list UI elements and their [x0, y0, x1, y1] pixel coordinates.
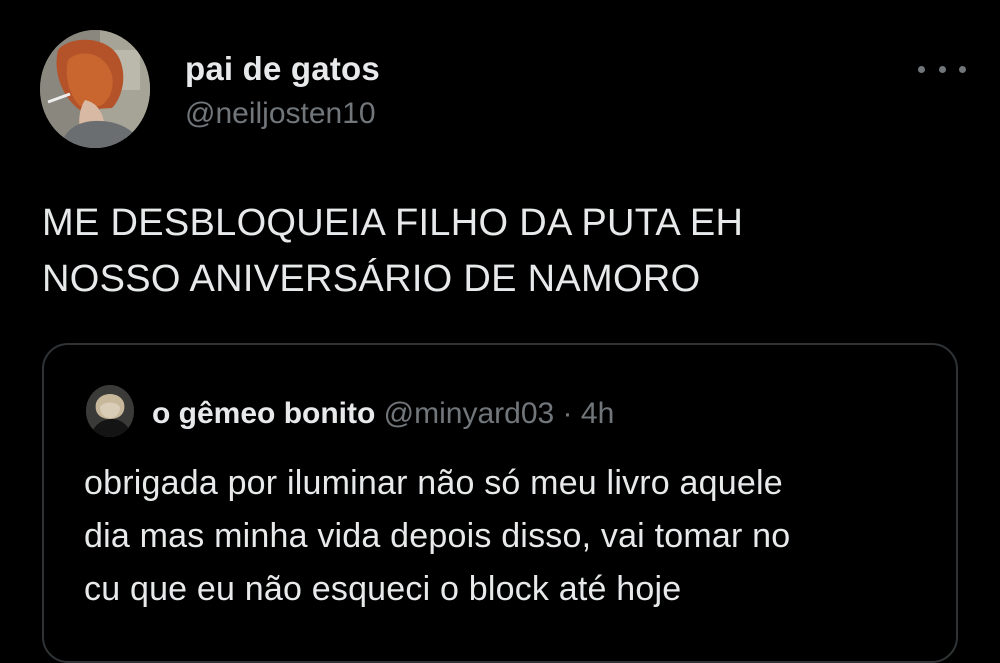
quoted-text-line: obrigada por iluminar não só meu livro a… [84, 464, 783, 502]
author-handle[interactable]: @neiljosten10 [185, 97, 376, 131]
quoted-author-display-name[interactable]: o gêmeo bonito [152, 397, 375, 430]
more-dot [938, 65, 946, 73]
profile-photo-icon [86, 385, 134, 437]
tweet-text: ME DESBLOQUEIA FILHO DA PUTA EH NOSSO AN… [42, 195, 942, 307]
header-separator: · [562, 397, 573, 430]
profile-photo-icon [40, 30, 150, 148]
more-dot [918, 65, 925, 73]
author-display-name[interactable]: pai de gatos [185, 50, 380, 88]
more-options-icon[interactable] [918, 55, 966, 83]
tweet-text-line: NOSSO ANIVERSÁRIO DE NAMORO [42, 258, 701, 300]
quoted-tweet-timestamp[interactable]: 4h [581, 397, 614, 430]
quoted-text-line: dia mas minha vida depois disso, vai tom… [84, 517, 791, 555]
quoted-author-avatar[interactable] [86, 385, 134, 437]
author-avatar[interactable] [40, 30, 150, 148]
quoted-tweet-text: obrigada por iluminar não só meu livro a… [84, 457, 944, 616]
quoted-tweet-card[interactable]: o gêmeo bonito @minyard03 · 4h obrigada … [42, 343, 958, 663]
tweet: pai de gatos @neiljosten10 ME DESBLOQUEI… [0, 0, 1000, 663]
more-dot [959, 65, 966, 73]
tweet-text-line: ME DESBLOQUEIA FILHO DA PUTA EH [42, 202, 744, 244]
quoted-tweet-header: o gêmeo bonito @minyard03 · 4h [152, 397, 614, 431]
quoted-text-line: cu que eu não esqueci o block até hoje [84, 570, 682, 608]
quoted-author-handle[interactable]: @minyard03 [384, 397, 555, 430]
